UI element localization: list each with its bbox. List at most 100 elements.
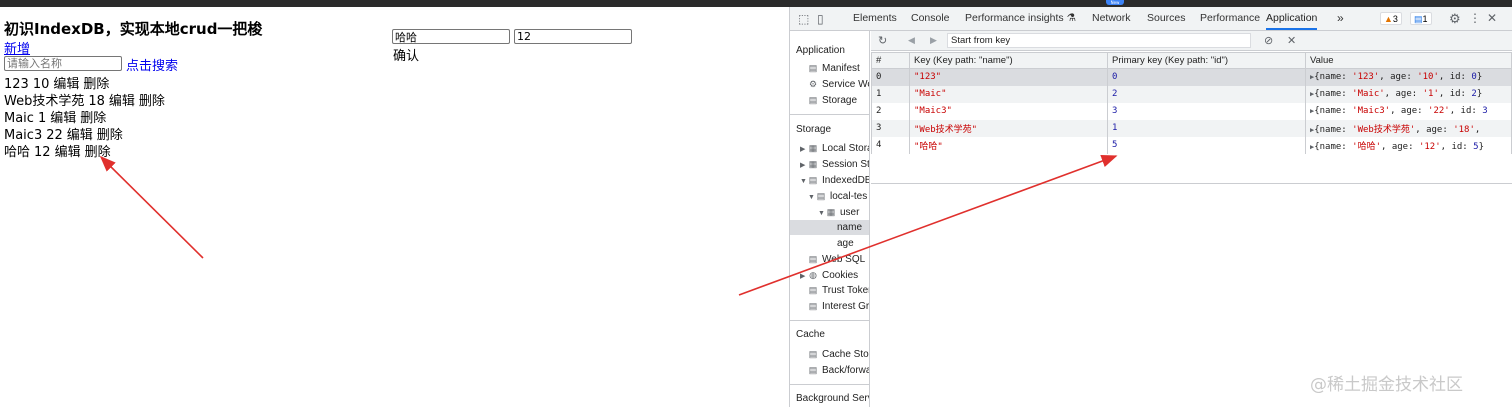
grid-icon: ▦ xyxy=(808,143,818,153)
cell-value[interactable]: ▶{name: '哈哈', age: '12', id: 5} xyxy=(1305,136,1512,154)
expand-triangle-icon[interactable]: ▶ xyxy=(1310,143,1314,151)
delete-selected-icon[interactable]: ✕ xyxy=(1287,34,1296,47)
delete-button[interactable]: 删除 xyxy=(85,145,111,160)
tab-performance[interactable]: Performance xyxy=(1200,7,1260,30)
sidebar-item-manifest[interactable]: ▤ Manifest xyxy=(808,61,860,76)
inspect-element-icon[interactable]: ⬚ xyxy=(798,12,809,26)
edit-button[interactable]: 编辑 xyxy=(55,145,81,160)
flask-icon: ⚗ xyxy=(1066,12,1076,24)
tab-network[interactable]: Network xyxy=(1092,7,1131,30)
close-icon[interactable]: ✕ xyxy=(1487,11,1497,25)
cell-key: "Maic" xyxy=(909,85,1108,103)
value-name: '123' xyxy=(1352,72,1380,83)
edit-button[interactable]: 编辑 xyxy=(109,94,135,109)
database-icon: ▤ xyxy=(808,285,818,295)
database-icon: ▤ xyxy=(808,365,818,375)
tab-console[interactable]: Console xyxy=(911,7,950,30)
value-id: 3 xyxy=(1482,106,1488,116)
sidebar-item-back-forward-cache[interactable]: ▤ Back/forwa xyxy=(808,363,869,378)
expand-triangle-icon[interactable]: ▶ xyxy=(1310,73,1314,81)
sidebar-item-name-index[interactable]: name xyxy=(837,220,862,235)
column-header-primary-key[interactable]: Primary key (Key path: "id") xyxy=(1107,52,1306,69)
table-row[interactable]: 4 "哈哈" 5 ▶{name: '哈哈', age: '12', id: 5} xyxy=(871,136,1512,154)
add-link[interactable]: 新增 xyxy=(4,38,30,57)
sidebar-item-cookies[interactable]: ▶ ◍ Cookies xyxy=(800,268,858,283)
cell-index: 4 xyxy=(871,136,910,154)
cell-index: 0 xyxy=(871,68,910,86)
file-icon: ▤ xyxy=(808,63,818,73)
cell-value[interactable]: ▶{name: 'Maic3', age: '22', id: 3 xyxy=(1305,102,1512,120)
expand-triangle-icon[interactable]: ▶ xyxy=(1310,126,1314,134)
expand-triangle-icon[interactable]: ▶ xyxy=(800,158,808,173)
tab-elements[interactable]: Elements xyxy=(853,7,897,30)
value-age: '1' xyxy=(1422,89,1439,99)
device-toolbar-icon[interactable]: ▯ xyxy=(817,12,824,26)
sidebar-item-storage[interactable]: ▤ Storage xyxy=(808,93,857,108)
expand-triangle-icon[interactable]: ▶ xyxy=(800,142,808,157)
grid-icon: ▦ xyxy=(826,207,836,217)
table-row[interactable]: 1 "Maic" 2 ▶{name: 'Maic', age: '1', id:… xyxy=(871,85,1512,103)
search-link[interactable]: 点击搜索 xyxy=(126,55,178,74)
clear-object-store-icon[interactable]: ⊘ xyxy=(1264,34,1273,47)
sidebar-item-service-workers[interactable]: ⚙ Service Wo xyxy=(808,77,869,92)
collapse-triangle-icon[interactable]: ▼ xyxy=(800,174,808,189)
tab-application[interactable]: Application xyxy=(1266,7,1318,30)
divider xyxy=(790,384,869,385)
sidebar-item-label: local-tes xyxy=(830,191,868,202)
expand-triangle-icon[interactable]: ▶ xyxy=(1310,107,1314,115)
sidebar-item-label: Interest Gr xyxy=(822,301,870,312)
tab-performance-insights[interactable]: Performance insights ⚗ xyxy=(965,7,1076,30)
sidebar-item-web-sql[interactable]: ▤ Web SQL xyxy=(808,252,865,267)
sidebar-item-cache-storage[interactable]: ▤ Cache Sto xyxy=(808,347,869,362)
sidebar-item-label: Cache Sto xyxy=(822,349,869,360)
refresh-icon[interactable]: ↻ xyxy=(878,34,887,47)
table-row[interactable]: 2 "Maic3" 3 ▶{name: 'Maic3', age: '22', … xyxy=(871,102,1512,120)
table-row[interactable]: 3 "Web技术学苑" 1 ▶{name: 'Web技术学苑', age: '1… xyxy=(871,119,1512,137)
cell-index: 3 xyxy=(871,119,910,137)
tab-sources[interactable]: Sources xyxy=(1147,7,1186,30)
cell-value[interactable]: ▶{name: 'Web技术学苑', age: '18', xyxy=(1305,119,1512,137)
sidebar-item-age-index[interactable]: age xyxy=(837,236,854,251)
name-input[interactable] xyxy=(392,29,510,44)
age-input[interactable] xyxy=(514,29,632,44)
warnings-count: 3 xyxy=(1392,14,1398,24)
sidebar-item-session-storage[interactable]: ▶ ▦ Session St xyxy=(800,157,870,173)
collapse-triangle-icon[interactable]: ▼ xyxy=(818,206,826,221)
value-age: '12' xyxy=(1418,141,1441,152)
messages-count: 1 xyxy=(1422,14,1428,24)
delete-button[interactable]: 删除 xyxy=(139,94,165,109)
database-icon: ▤ xyxy=(808,175,818,185)
expand-triangle-icon[interactable]: ▶ xyxy=(1310,90,1314,98)
kebab-menu-icon[interactable]: ⋮ xyxy=(1469,11,1481,25)
column-header-value[interactable]: Value xyxy=(1305,52,1512,69)
sidebar-item-indexeddb[interactable]: ▼ ▤ IndexedDB xyxy=(800,173,869,189)
confirm-button[interactable]: 确认 xyxy=(393,45,419,64)
sidebar-item-local-storage[interactable]: ▶ ▦ Local Stora xyxy=(800,141,869,157)
sidebar-item-label: age xyxy=(837,238,854,249)
item-name: 哈哈 xyxy=(4,145,31,160)
sidebar-item-local-test-db[interactable]: ▼ ▤ local-tes xyxy=(808,189,867,204)
cell-value[interactable]: ▶{name: '123', age: '10', id: 0} xyxy=(1305,68,1512,86)
next-page-icon[interactable]: ▶ xyxy=(930,35,937,46)
column-header-key[interactable]: Key (Key path: "name") xyxy=(909,52,1108,69)
grid-icon: ▦ xyxy=(808,159,818,169)
prev-page-icon[interactable]: ◀ xyxy=(908,35,915,46)
settings-gear-icon[interactable]: ⚙ xyxy=(1449,11,1461,27)
sidebar-item-interest-groups[interactable]: ▤ Interest Gr xyxy=(808,299,869,314)
search-input[interactable] xyxy=(4,56,122,71)
sidebar-item-user-store[interactable]: ▼ ▦ user xyxy=(818,205,859,220)
cell-value[interactable]: ▶{name: 'Maic', age: '1', id: 2} xyxy=(1305,85,1512,103)
more-tabs-chevron-icon[interactable]: » xyxy=(1337,7,1344,30)
table-row[interactable]: 0 "123" 0 ▶{name: '123', age: '10', id: … xyxy=(871,68,1512,86)
cell-key: "哈哈" xyxy=(909,136,1108,154)
column-header-index[interactable]: # xyxy=(871,52,910,69)
warnings-badge[interactable]: ▲3 xyxy=(1380,12,1402,25)
cell-key: "123" xyxy=(909,68,1108,86)
value-end: } xyxy=(1478,141,1484,152)
start-from-key-input[interactable] xyxy=(947,33,1251,48)
collapse-triangle-icon[interactable]: ▼ xyxy=(808,190,816,205)
expand-triangle-icon[interactable]: ▶ xyxy=(800,269,808,284)
sidebar-item-label: Session St xyxy=(822,159,870,170)
messages-badge[interactable]: ▤1 xyxy=(1410,12,1432,25)
sidebar-item-trust-tokens[interactable]: ▤ Trust Toker xyxy=(808,283,869,298)
